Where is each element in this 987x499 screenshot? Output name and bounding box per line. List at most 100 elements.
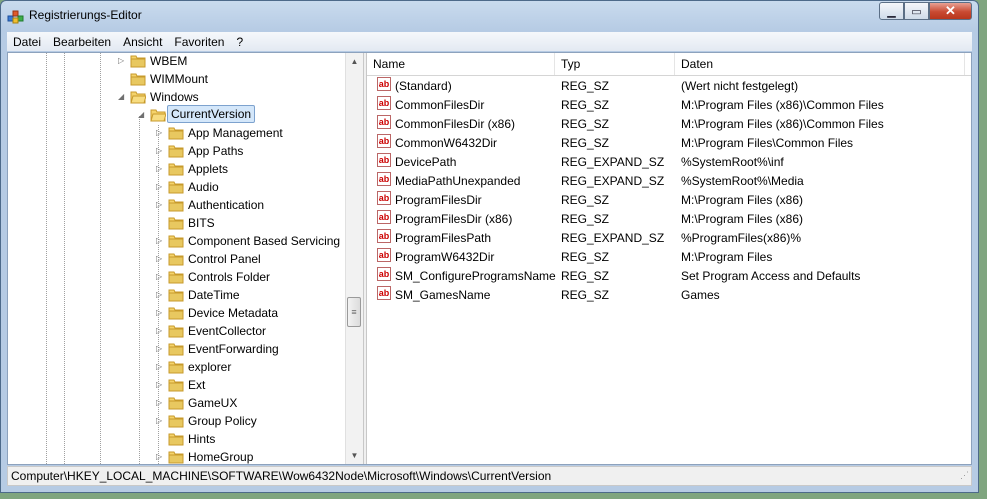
menu-favoriten[interactable]: Favoriten xyxy=(168,35,230,49)
value-name: ProgramFilesDir (x86) xyxy=(395,212,513,226)
folder-icon xyxy=(130,90,147,104)
tree-node-label: explorer xyxy=(188,360,232,374)
folder-icon xyxy=(168,234,184,248)
expander-icon[interactable]: ▷ xyxy=(156,412,165,430)
expander-icon[interactable]: ▷ xyxy=(156,268,165,286)
menu-bearbeiten[interactable]: Bearbeiten xyxy=(47,35,117,49)
menu-ansicht[interactable]: Ansicht xyxy=(117,35,168,49)
value-row[interactable]: ab (Standard) REG_SZ (Wert nicht festgelegt… xyxy=(367,77,965,96)
expander-icon[interactable]: ▷ xyxy=(156,322,165,340)
value-row[interactable]: ab ProgramFilesDir REG_SZ M:\Program Files … xyxy=(367,191,965,210)
minimize-button[interactable]: ▁ xyxy=(879,2,904,20)
expander-icon[interactable]: ▷ xyxy=(156,124,165,142)
expander-icon[interactable]: ▷ xyxy=(156,178,165,196)
menu-datei[interactable]: Datei xyxy=(7,35,47,49)
value-name: ProgramW6432Dir xyxy=(395,250,495,264)
tree-node-label: HomeGroup xyxy=(188,450,254,464)
tree-node-label: App Paths xyxy=(188,144,244,158)
value-name: (Standard) xyxy=(395,79,452,93)
string-value-icon: ab xyxy=(377,286,391,300)
value-type: REG_SZ xyxy=(561,250,610,264)
title-bar[interactable]: Registrierungs-Editor ▁ ▭ ✕ xyxy=(1,1,978,31)
folder-icon xyxy=(168,216,184,230)
value-row[interactable]: ab CommonFilesDir (x86) REG_SZ M:\Program F… xyxy=(367,115,965,134)
expander-icon[interactable]: ▷ xyxy=(156,358,165,376)
column-header-type[interactable]: Typ xyxy=(555,53,675,75)
string-value-icon: ab xyxy=(377,77,391,91)
minimize-icon: ▁ xyxy=(887,5,896,18)
column-header-name[interactable]: Name xyxy=(367,53,555,75)
scroll-up-icon[interactable]: ▲ xyxy=(346,53,363,70)
close-button[interactable]: ✕ xyxy=(929,2,972,20)
tree-node-label: Audio xyxy=(188,180,219,194)
expander-icon[interactable]: ▷ xyxy=(156,376,165,394)
expander-icon[interactable]: ▷ xyxy=(156,340,165,358)
expander-icon[interactable]: ▷ xyxy=(156,286,165,304)
value-data: (Wert nicht festgelegt) xyxy=(681,79,799,93)
string-value-icon: ab xyxy=(377,229,391,243)
tree-guide-line xyxy=(100,53,101,464)
tree-node-label: EventCollector xyxy=(188,324,267,338)
tree-node-label: WBEM xyxy=(150,54,188,68)
value-data: Set Program Access and Defaults xyxy=(681,269,861,283)
expander-icon[interactable]: ▷ xyxy=(156,232,165,250)
value-row[interactable]: ab MediaPathUnexpanded REG_EXPAND_SZ %Syste… xyxy=(367,172,965,191)
value-name: ProgramFilesDir xyxy=(395,193,482,207)
value-row[interactable]: ab CommonW6432Dir REG_SZ M:\Program Files\C… xyxy=(367,134,965,153)
close-icon: ✕ xyxy=(945,3,956,18)
value-data: M:\Program Files (x86) xyxy=(681,212,804,226)
expander-icon[interactable]: ◢ xyxy=(118,88,127,106)
string-value-icon: ab xyxy=(377,191,391,205)
value-row[interactable]: ab CommonFilesDir REG_SZ M:\Program Files (… xyxy=(367,96,965,115)
value-name: CommonFilesDir xyxy=(395,98,485,112)
folder-icon xyxy=(168,450,184,464)
expander-icon[interactable]: ▷ xyxy=(156,196,165,214)
string-value-icon: ab xyxy=(377,172,391,186)
value-row[interactable]: ab ProgramW6432Dir REG_SZ M:\Program Files xyxy=(367,248,965,267)
expander-icon[interactable]: ▷ xyxy=(156,160,165,178)
value-data: %ProgramFiles(x86)% xyxy=(681,231,802,245)
value-type: REG_SZ xyxy=(561,193,610,207)
value-data: M:\Program Files (x86)\Common Files xyxy=(681,117,884,131)
folder-icon xyxy=(168,414,184,428)
string-value-icon: ab xyxy=(377,267,391,281)
expander-icon[interactable]: ▷ xyxy=(156,250,165,268)
expander-icon[interactable]: ▷ xyxy=(156,448,165,464)
folder-icon xyxy=(130,54,146,68)
string-value-icon: ab xyxy=(377,153,391,167)
folder-icon xyxy=(130,72,146,86)
tree-node-label: Windows xyxy=(150,90,199,104)
menu-help[interactable]: ? xyxy=(230,35,249,49)
tree-guide-line xyxy=(139,116,140,464)
folder-icon xyxy=(168,360,184,374)
tree-scrollbar[interactable]: ▲ ≡ ▼ xyxy=(345,53,363,464)
tree-node-label: EventForwarding xyxy=(188,342,279,356)
expander-icon[interactable]: ▷ xyxy=(156,304,165,322)
expander-icon[interactable]: ◢ xyxy=(138,106,147,124)
tree-node-label: App Management xyxy=(188,126,283,140)
value-row[interactable]: ab ProgramFilesDir (x86) REG_SZ M:\Program … xyxy=(367,210,965,229)
scroll-down-icon[interactable]: ▼ xyxy=(346,447,363,464)
tree-node-label: CurrentVersion xyxy=(167,105,256,123)
expander-icon[interactable]: ▷ xyxy=(156,394,165,412)
tree-node-label: Component Based Servicing xyxy=(188,234,341,248)
folder-icon xyxy=(168,396,184,410)
tree-node-label: GameUX xyxy=(188,396,238,410)
value-row[interactable]: ab ProgramFilesPath REG_EXPAND_SZ %ProgramF… xyxy=(367,229,965,248)
resize-grip-icon[interactable]: ⋰ xyxy=(960,466,969,484)
value-type: REG_SZ xyxy=(561,136,610,150)
menu-bar: Datei Bearbeiten Ansicht Favoriten ? xyxy=(7,32,972,51)
list-header: Name Typ Daten xyxy=(367,53,971,76)
string-value-icon: ab xyxy=(377,210,391,224)
folder-icon xyxy=(168,378,184,392)
expander-icon[interactable]: ▷ xyxy=(156,142,165,160)
scroll-thumb[interactable]: ≡ xyxy=(347,297,361,327)
string-value-icon: ab xyxy=(377,115,391,129)
tree-node-label: Group Policy xyxy=(188,414,257,428)
value-row[interactable]: ab SM_GamesName REG_SZ Games xyxy=(367,286,965,305)
maximize-button[interactable]: ▭ xyxy=(904,2,929,20)
expander-icon[interactable]: ▷ xyxy=(118,53,127,70)
value-row[interactable]: ab SM_ConfigureProgramsName REG_SZ Set Prog… xyxy=(367,267,965,286)
column-header-data[interactable]: Daten xyxy=(675,53,965,75)
value-row[interactable]: ab DevicePath REG_EXPAND_SZ %SystemRoot%\in… xyxy=(367,153,965,172)
